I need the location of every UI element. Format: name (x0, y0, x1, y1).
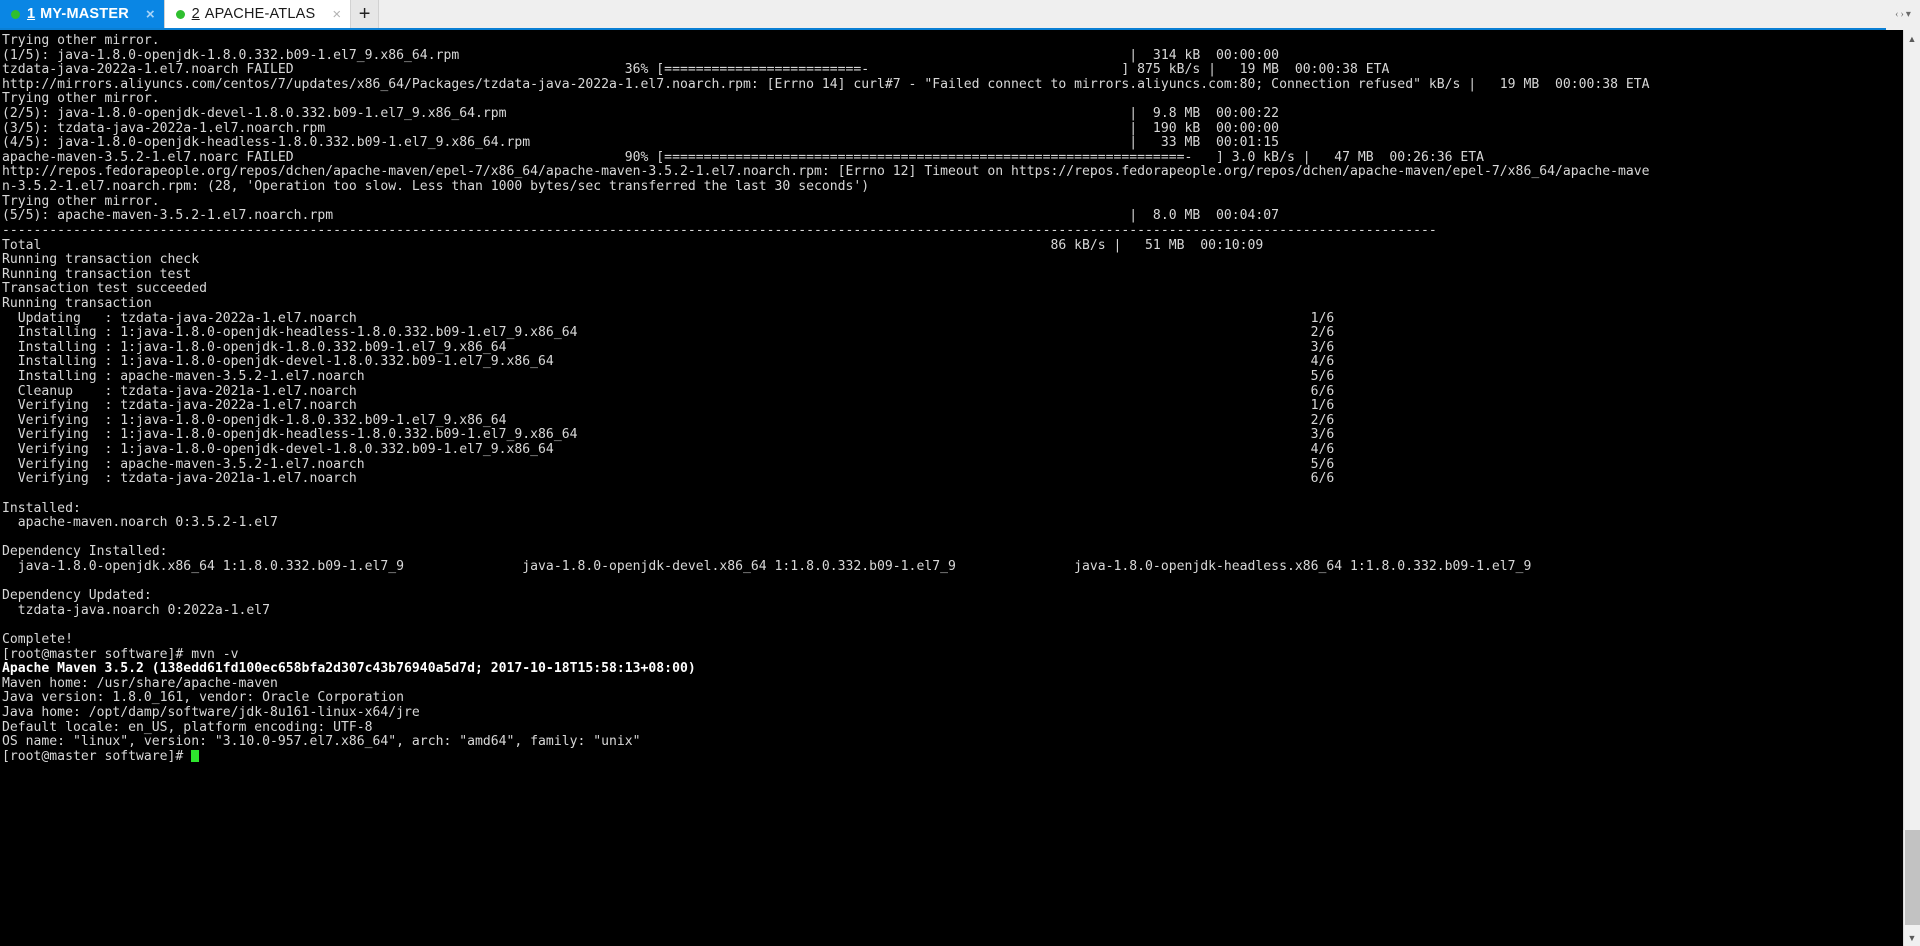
terminal-line: Updating : tzdata-java-2022a-1.el7.noarc… (2, 310, 1335, 326)
terminal-line: Dependency Updated: (2, 588, 152, 604)
terminal-line-bold: Apache Maven 3.5.2 (138edd61fd100ec658bf… (2, 661, 696, 677)
terminal-line: Installing : 1:java-1.8.0-openjdk-1.8.0.… (2, 339, 1335, 355)
terminal-line: Installing : 1:java-1.8.0-openjdk-headle… (2, 325, 1335, 341)
close-icon[interactable]: × (332, 7, 341, 22)
terminal-line: n-3.5.2-1.el7.noarch.rpm: (28, 'Operatio… (2, 179, 870, 195)
terminal-line: Verifying : tzdata-java-2022a-1.el7.noar… (2, 398, 1335, 414)
terminal-line: Running transaction (2, 295, 152, 311)
terminal-line: Verifying : 1:java-1.8.0-openjdk-devel-1… (2, 442, 1335, 458)
terminal-line: Total 86 kB/s | 51 MB 00:10:09 (2, 237, 1264, 253)
terminal-line: Running transaction test (2, 266, 192, 282)
terminal-output: Trying other mirror. (1/5): java-1.8.0-op… (2, 33, 1903, 765)
chevron-right-icon[interactable]: › (1900, 10, 1903, 20)
scroll-down-icon[interactable]: ▼ (1904, 929, 1920, 946)
terminal-line: http://mirrors.aliyuncs.com/centos/7/upd… (2, 76, 1650, 92)
tab-my-master[interactable]: 1 MY-MASTER × (0, 0, 165, 28)
terminal-line: Cleanup : tzdata-java-2021a-1.el7.noarch… (2, 383, 1335, 399)
tab-status-dot-icon (11, 9, 20, 19)
terminal-line: Dependency Installed: (2, 544, 168, 560)
terminal-line: [root@master software]# mvn -v (2, 646, 239, 662)
terminal-line: Verifying : tzdata-java-2021a-1.el7.noar… (2, 471, 1335, 487)
terminal-line: Maven home: /usr/share/apache-maven (2, 675, 278, 691)
terminal-line: OS name: "linux", version: "3.10.0-957.e… (2, 734, 641, 750)
terminal-line: Verifying : 1:java-1.8.0-openjdk-1.8.0.3… (2, 412, 1335, 428)
terminal-line: Default locale: en_US, platform encoding… (2, 719, 373, 735)
terminal-line: Transaction test succeeded (2, 281, 207, 297)
tab-apache-atlas-title: 2 APACHE-ATLAS (192, 6, 316, 22)
terminal-line: java-1.8.0-openjdk.x86_64 1:1.8.0.332.b0… (2, 558, 1532, 574)
terminal-panel[interactable]: Trying other mirror. (1/5): java-1.8.0-op… (0, 30, 1903, 946)
chevron-down-icon[interactable]: ▾ (1906, 10, 1911, 20)
terminal-line: ----------------------------------------… (2, 222, 1437, 238)
tab-my-master-index: 1 (27, 6, 36, 22)
terminal-line: Installed: (2, 500, 81, 516)
terminal-line: (1/5): java-1.8.0-openjdk-1.8.0.332.b09-… (2, 47, 1280, 63)
terminal-line: Installing : 1:java-1.8.0-openjdk-devel-… (2, 354, 1335, 370)
close-icon[interactable]: × (146, 7, 155, 22)
terminal-line: Running transaction check (2, 252, 200, 268)
scrollbar-track[interactable] (1904, 47, 1920, 830)
new-tab-button[interactable]: + (351, 0, 380, 28)
terminal-cursor (191, 749, 200, 762)
terminal-line: Apache Maven 3.5.2 (138edd61fd100ec658bf… (2, 661, 1903, 677)
terminal-line: tzdata-java-2022a-1.el7.noarch FAILED 36… (2, 62, 1390, 78)
vertical-scrollbar[interactable]: ▲ ▼ (1903, 30, 1920, 946)
tab-status-dot-icon (175, 9, 185, 19)
terminal-line: Verifying : 1:java-1.8.0-openjdk-headles… (2, 427, 1335, 443)
terminal-line: Verifying : apache-maven-3.5.2-1.el7.noa… (2, 456, 1335, 472)
terminal-line: apache-maven.noarch 0:3.5.2-1.el7 (2, 515, 278, 531)
terminal-line: [root@master software]# (2, 749, 1903, 765)
tab-my-master-title: 1 MY-MASTER (27, 6, 129, 22)
terminal-line: (5/5): apache-maven-3.5.2-1.el7.noarch.r… (2, 208, 1280, 224)
tab-my-master-label: MY-MASTER (40, 6, 129, 22)
tab-bar-filler (379, 0, 1920, 28)
scrollbar-thumb[interactable] (1905, 830, 1920, 925)
terminal-line: Complete! (2, 631, 73, 647)
terminal-line: Installing : apache-maven-3.5.2-1.el7.no… (2, 369, 1335, 385)
terminal-line: Java home: /opt/damp/software/jdk-8u161-… (2, 705, 420, 721)
terminal-line: (3/5): tzdata-java-2022a-1.el7.noarch.rp… (2, 120, 1280, 136)
terminal-line: (4/5): java-1.8.0-openjdk-headless-1.8.0… (2, 135, 1280, 151)
scroll-up-icon[interactable]: ▲ (1904, 30, 1920, 47)
terminal-line: Trying other mirror. (2, 193, 160, 209)
tab-bar-controls: ‹ › ▾ (1886, 0, 1920, 30)
terminal-line: Java version: 1.8.0_161, vendor: Oracle … (2, 690, 405, 706)
terminal-line: tzdata-java.noarch 0:2022a-1.el7 (2, 602, 271, 618)
tab-apache-atlas-label: APACHE-ATLAS (204, 6, 316, 22)
tab-bar: 1 MY-MASTER × 2 APACHE-ATLAS × + (0, 0, 1920, 30)
terminal-line: Trying other mirror. (2, 91, 160, 107)
tab-apache-atlas-index: 2 (191, 6, 200, 22)
chevron-left-icon[interactable]: ‹ (1895, 10, 1898, 20)
terminal-line: http://repos.fedorapeople.org/repos/dche… (2, 164, 1650, 180)
terminal-line: Trying other mirror. (2, 33, 160, 48)
tab-apache-atlas[interactable]: 2 APACHE-ATLAS × (164, 0, 352, 28)
terminal-line: apache-maven-3.5.2-1.el7.noarc FAILED 90… (2, 149, 1485, 165)
terminal-line: (2/5): java-1.8.0-openjdk-devel-1.8.0.33… (2, 106, 1280, 122)
